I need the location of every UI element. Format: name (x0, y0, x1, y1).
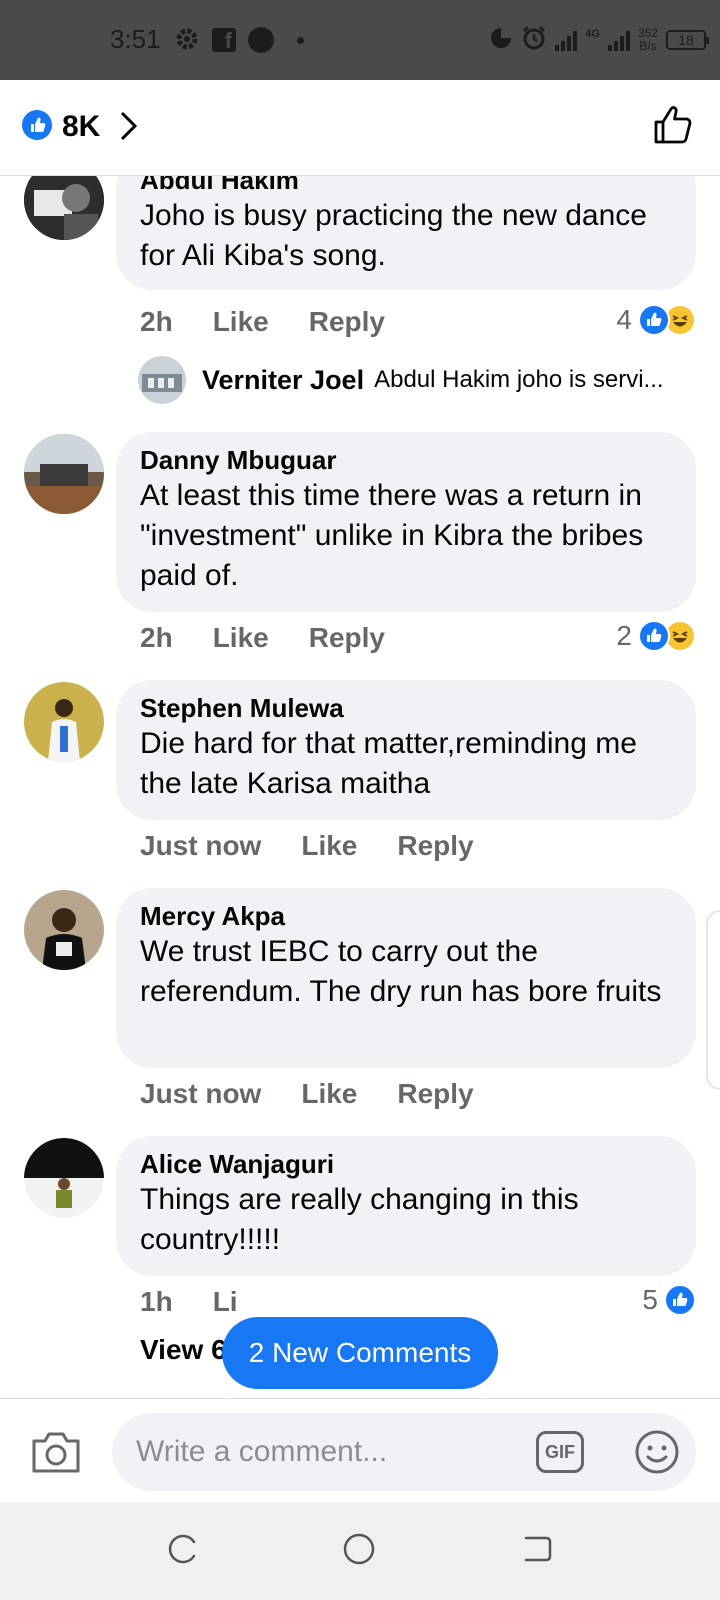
thumbs-up-icon[interactable] (652, 104, 694, 151)
reaction-count: 5 (642, 1284, 658, 1315)
like-badge-icon (22, 110, 52, 140)
comment-text: We trust IEBC to carry out the referendu… (140, 935, 662, 1008)
gif-icon[interactable]: GIF (536, 1431, 584, 1473)
circle-icon (248, 27, 274, 53)
comment-author[interactable]: Alice Wanjaguri (140, 1148, 672, 1180)
reply-author[interactable]: Verniter Joel (202, 365, 364, 396)
like-button[interactable]: Li (213, 1286, 238, 1318)
comment-input[interactable] (136, 1413, 516, 1491)
reaction-count: 2 (616, 620, 632, 651)
dot-icon (297, 37, 304, 44)
like-button[interactable]: Like (213, 306, 269, 338)
reply-button[interactable]: Reply (397, 1078, 473, 1110)
comment-bubble[interactable]: Danny Mbuguar At least this time there w… (116, 432, 696, 612)
comment-reactions[interactable]: 5 (642, 1284, 696, 1316)
comment-bubble[interactable]: Alice Wanjaguri Things are really changi… (116, 1136, 696, 1276)
reply-button[interactable]: Reply (309, 622, 385, 654)
like-button[interactable]: Like (301, 830, 357, 862)
reply-preview[interactable]: Verniter Joel Abdul Hakim joho is servi.… (138, 356, 664, 404)
new-comments-button[interactable]: 2 New Comments (222, 1317, 498, 1389)
avatar[interactable] (24, 434, 104, 514)
comment-actions: Just now Like Reply (140, 830, 474, 862)
comment-time: Just now (140, 1078, 262, 1109)
system-nav-bar (0, 1502, 720, 1600)
emoji-icon[interactable] (634, 1429, 680, 1480)
camera-icon[interactable] (30, 1429, 82, 1480)
network-type: 4G (585, 28, 600, 40)
recent-apps-icon[interactable] (166, 1532, 200, 1571)
comment-text: At least this time there was a return in… (140, 479, 644, 592)
comment-reactions[interactable]: 2 (616, 620, 696, 652)
avatar[interactable] (24, 890, 104, 970)
chevron-right-icon[interactable] (118, 110, 140, 147)
like-button[interactable]: Like (213, 622, 269, 654)
comment-time: 1h (140, 1286, 173, 1317)
like-button[interactable]: Like (301, 1078, 357, 1110)
reply-text: Abdul Hakim joho is servi... (374, 366, 664, 393)
reply-button[interactable]: Reply (397, 830, 473, 862)
like-reaction-icon (664, 1284, 696, 1316)
comment-time: 2h (140, 306, 173, 337)
avatar[interactable] (24, 1138, 104, 1218)
sheet-header: 8K (0, 80, 720, 176)
speed-unit: B/s (639, 39, 657, 53)
reaction-count: 4 (616, 304, 632, 335)
comment-text: Things are really changing in this count… (140, 1183, 579, 1256)
like-reaction-icon (638, 304, 670, 336)
comment-actions: 2h Like Reply (140, 622, 385, 654)
speed-value: 352 (637, 26, 658, 40)
battery-icon: 18 (666, 30, 709, 50)
comment-author[interactable]: Abdul Hakim (140, 176, 672, 196)
side-tab[interactable] (706, 910, 720, 1090)
comment-author[interactable]: Mercy Akpa (140, 900, 672, 932)
comment-time: Just now (140, 830, 262, 861)
network-speed: 352 B/s (638, 27, 658, 53)
signal-icon (555, 29, 578, 51)
comment-input-wrap[interactable]: GIF (112, 1413, 696, 1491)
comment-text: Joho is busy practicing the new dance fo… (140, 199, 647, 272)
avatar[interactable] (24, 176, 104, 240)
comment-author[interactable]: Stephen Mulewa (140, 692, 672, 724)
comments-feed[interactable]: Abdul Hakim Joho is busy practicing the … (0, 176, 720, 1478)
alarm-icon (521, 25, 547, 56)
comments-sheet: 8K Abdul Hakim Joho is busy practicing t… (0, 80, 720, 1500)
comment-actions: 2h Like Reply (140, 306, 385, 338)
reply-button[interactable]: Reply (309, 306, 385, 338)
status-right-cluster: 4G 352 B/s 18 (489, 24, 709, 56)
signal-icon-2 (607, 29, 630, 51)
back-icon[interactable] (520, 1532, 554, 1571)
data-saver-icon (489, 26, 513, 55)
status-time: 3:51 (110, 24, 161, 54)
comment-actions: 1h Li (140, 1286, 238, 1318)
comment-time: 2h (140, 622, 173, 653)
comment-composer: GIF (0, 1398, 720, 1502)
comment-actions: Just now Like Reply (140, 1078, 474, 1110)
facebook-icon: f (212, 28, 236, 53)
avatar[interactable] (24, 682, 104, 762)
comment-bubble[interactable]: Stephen Mulewa Die hard for that matter,… (116, 680, 696, 820)
comment-text: Die hard for that matter,reminding me th… (140, 727, 637, 800)
reaction-count[interactable]: 8K (62, 110, 100, 144)
comment-bubble[interactable]: Abdul Hakim Joho is busy practicing the … (116, 176, 696, 290)
comment-reactions[interactable]: 4 (616, 304, 696, 336)
gear-icon (174, 26, 200, 57)
avatar[interactable] (138, 356, 186, 404)
comment-author[interactable]: Danny Mbuguar (140, 444, 672, 476)
like-reaction-icon (638, 620, 670, 652)
comment-bubble[interactable]: Mercy Akpa We trust IEBC to carry out th… (116, 888, 696, 1068)
home-icon[interactable] (342, 1532, 376, 1571)
status-bar: 3:51 f 4G 352 B/s 18 (0, 0, 720, 80)
